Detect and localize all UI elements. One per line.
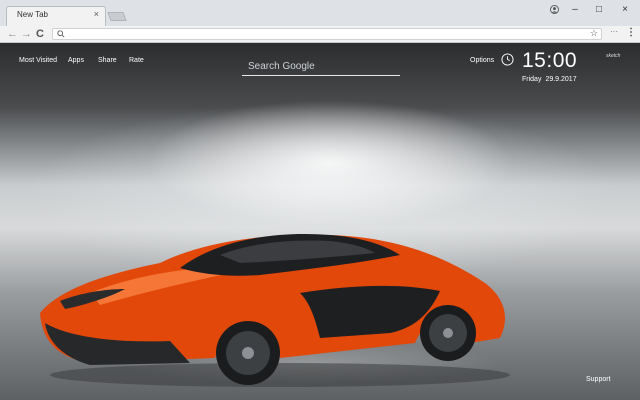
support-link[interactable]: Support xyxy=(586,376,611,383)
address-bar[interactable]: ☆ xyxy=(52,28,602,40)
profile-icon[interactable] xyxy=(550,5,559,14)
apps-link[interactable]: Apps xyxy=(68,57,84,64)
clock-day: Friday xyxy=(522,76,542,83)
share-link[interactable]: Share xyxy=(98,57,117,64)
search-input[interactable] xyxy=(246,57,400,75)
tab-strip: New Tab × – □ × xyxy=(0,0,640,26)
bookmark-star-icon[interactable]: ☆ xyxy=(590,28,598,39)
extensions-icon[interactable]: ··· xyxy=(610,27,618,36)
clock-icon xyxy=(501,53,514,66)
clock-time: 15:00 xyxy=(522,49,578,72)
new-tab-page: Most Visited Apps Share Rate Options 15:… xyxy=(0,43,640,400)
back-arrow-icon[interactable]: ← xyxy=(7,27,18,41)
browser-window: New Tab × – □ × ← → C ☆ ··· ⋮ Most Visit… xyxy=(0,0,640,400)
search-icon xyxy=(57,30,65,38)
tab-new-tab[interactable]: New Tab × xyxy=(6,6,106,26)
new-tab-button[interactable] xyxy=(107,12,127,21)
forward-arrow-icon[interactable]: → xyxy=(21,27,32,41)
search-box xyxy=(242,55,400,76)
sub-label: sketch xyxy=(606,53,621,59)
reload-icon[interactable]: C xyxy=(36,27,44,41)
maximize-button[interactable]: □ xyxy=(588,2,610,18)
minimize-button[interactable]: – xyxy=(564,2,586,18)
close-window-button[interactable]: × xyxy=(614,2,636,18)
tab-title: New Tab xyxy=(17,10,48,19)
options-link[interactable]: Options xyxy=(470,57,494,64)
clock-date-value: 29.9.2017 xyxy=(545,76,577,83)
menu-icon[interactable]: ⋮ xyxy=(626,27,636,38)
rate-link[interactable]: Rate xyxy=(129,57,144,64)
most-visited-link[interactable]: Most Visited xyxy=(19,57,57,64)
clock-date: Friday 29.9.2017 xyxy=(522,76,581,83)
tab-close-icon[interactable]: × xyxy=(94,9,99,19)
toolbar: ← → C ☆ ··· ⋮ xyxy=(0,26,640,43)
car-image xyxy=(40,233,510,387)
